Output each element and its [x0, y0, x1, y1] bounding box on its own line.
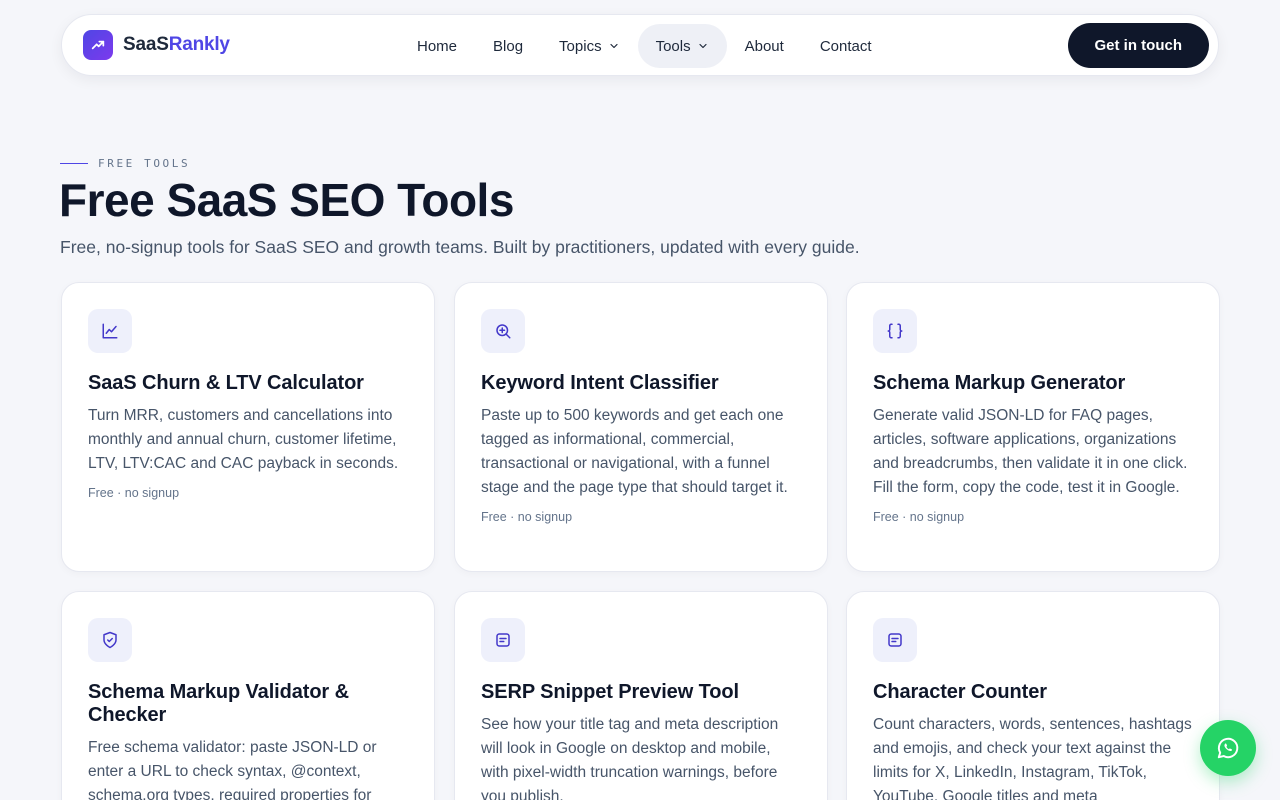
tool-card-description: See how your title tag and meta descript…: [481, 716, 779, 800]
chevron-down-icon: [699, 43, 707, 49]
tool-card-title: Character Counter: [873, 681, 1047, 703]
nav-item-label: Contact: [819, 37, 872, 55]
page-title: Free SaaS SEO Tools: [59, 174, 514, 226]
main-nav: Home Blog Topics Tools About Contact: [399, 24, 890, 68]
tool-card-character-counter[interactable]: Character Counter Count characters, word…: [846, 591, 1220, 800]
document-icon: [873, 618, 917, 662]
tool-card-title: SaaS Churn & LTV Calculator: [88, 372, 364, 394]
tool-card-description: Generate valid JSON-LD for FAQ pages, ar…: [873, 407, 1188, 496]
tool-card-schema-markup-validator[interactable]: Schema Markup Validator & Checker Free s…: [61, 591, 435, 800]
site-header: SaaSRankly Home Blog Topics Tools About …: [61, 14, 1219, 76]
logo-wordmark: SaaSRankly: [123, 34, 230, 55]
section-eyebrow: FREE TOOLS: [60, 157, 190, 170]
chevron-down-icon: [609, 43, 618, 49]
tool-card-title: SERP Snippet Preview Tool: [481, 681, 739, 703]
nav-item-home[interactable]: Home: [399, 24, 475, 68]
nav-item-tools[interactable]: Tools: [637, 24, 727, 68]
eyebrow-divider: [60, 163, 88, 164]
tool-card-serp-snippet-preview[interactable]: SERP Snippet Preview Tool See how your t…: [454, 591, 828, 800]
whatsapp-chat-button[interactable]: [1200, 720, 1256, 776]
site-logo[interactable]: SaaSRankly: [83, 30, 230, 60]
tool-card-meta: Free · no signup: [481, 510, 573, 524]
braces-icon: [873, 309, 917, 353]
nav-item-label: Home: [417, 37, 458, 55]
tool-card-title: Schema Markup Validator & Checker: [88, 681, 349, 726]
tool-card-meta: Free · no signup: [88, 486, 180, 500]
nav-item-label: Blog: [493, 37, 524, 55]
document-icon: [481, 618, 525, 662]
page-subtitle: Free, no-signup tools for SaaS SEO and g…: [60, 237, 860, 257]
tool-card-description: Count characters, words, sentences, hash…: [873, 716, 1192, 800]
trending-up-icon: [83, 30, 113, 60]
nav-item-label: Tools: [655, 37, 691, 55]
nav-item-contact[interactable]: Contact: [802, 24, 890, 68]
tool-card-description: Free schema validator: paste JSON-LD or …: [88, 739, 377, 800]
line-chart-icon: [88, 309, 132, 353]
tool-card-description: Turn MRR, customers and cancellations in…: [88, 407, 399, 472]
nav-item-label: Topics: [559, 37, 602, 55]
tool-card-schema-markup-generator[interactable]: Schema Markup Generator Generate valid J…: [846, 282, 1220, 572]
nav-item-about[interactable]: About: [727, 24, 802, 68]
zoom-in-icon: [481, 309, 525, 353]
tool-card-meta: Free · no signup: [873, 510, 965, 524]
tool-card-title: Schema Markup Generator: [873, 372, 1126, 394]
tool-card-keyword-intent-classifier[interactable]: Keyword Intent Classifier Paste up to 50…: [454, 282, 828, 572]
tool-card-title: Keyword Intent Classifier: [481, 372, 719, 394]
get-in-touch-button[interactable]: Get in touch: [1067, 23, 1209, 68]
nav-item-blog[interactable]: Blog: [475, 24, 541, 68]
tool-card-churn-ltv-calculator[interactable]: SaaS Churn & LTV Calculator Turn MRR, cu…: [61, 282, 435, 572]
whatsapp-icon: [1217, 737, 1239, 759]
nav-item-topics[interactable]: Topics: [541, 24, 638, 68]
tool-card-description: Paste up to 500 keywords and get each on…: [481, 407, 788, 496]
shield-check-icon: [88, 618, 132, 662]
nav-item-label: About: [744, 37, 784, 55]
eyebrow-label: FREE TOOLS: [98, 157, 191, 170]
